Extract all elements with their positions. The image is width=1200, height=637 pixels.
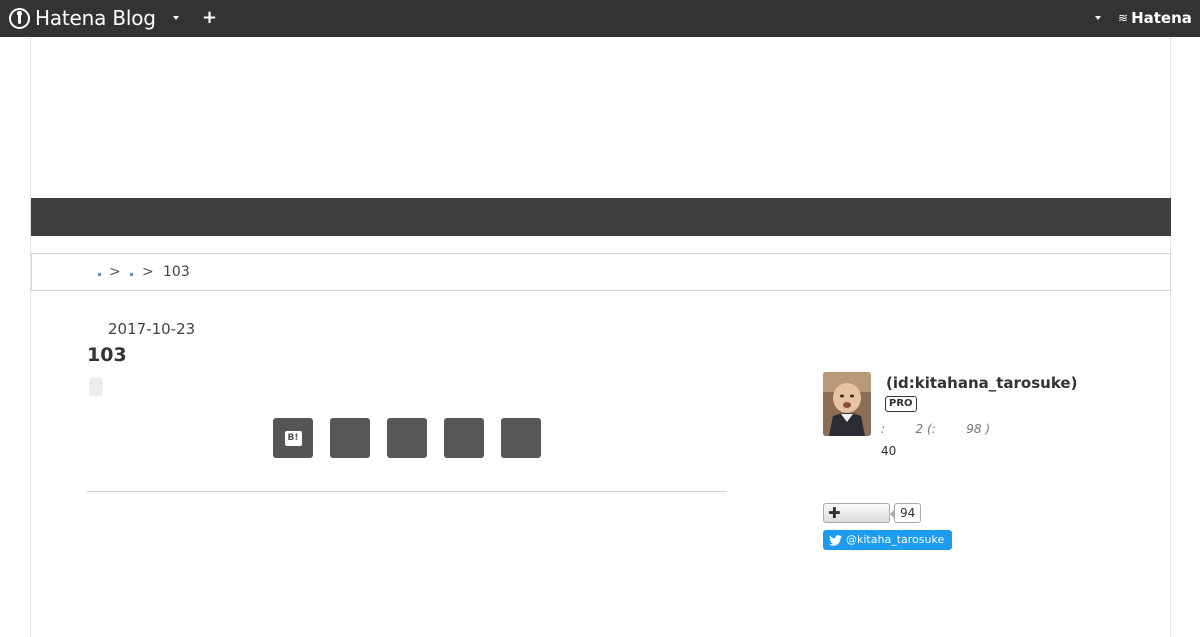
baby-photo-avatar-image bbox=[823, 372, 871, 436]
logo-text: Hatena Blog bbox=[35, 6, 156, 30]
share-buttons: B! bbox=[273, 418, 558, 458]
blog-navbar bbox=[31, 198, 1171, 236]
page-container: > > 103 bbox=[30, 37, 1171, 637]
twitter-handle: @kitaha_tarosuke bbox=[846, 533, 945, 546]
hatena-blog-logo[interactable]: Hatena Blog bbox=[9, 6, 156, 30]
hatena-wave-icon: ≋ bbox=[1118, 11, 1129, 25]
user-menu-caret-icon[interactable] bbox=[1092, 12, 1104, 24]
avatar[interactable] bbox=[823, 372, 871, 436]
entry-divider bbox=[87, 491, 727, 492]
breadcrumb-current: 103 bbox=[163, 264, 190, 280]
follow-button[interactable]: ✚ bbox=[823, 503, 890, 523]
profile-count: 40 bbox=[881, 444, 897, 458]
blog-title-area bbox=[31, 37, 1170, 198]
breadcrumb: > > 103 bbox=[31, 253, 1171, 291]
follower-count: 94 bbox=[889, 503, 922, 523]
global-header: Hatena Blog + ≋ Hatena bbox=[0, 0, 1200, 37]
breadcrumb-separator: > bbox=[142, 264, 154, 280]
twitter-bird-icon bbox=[829, 534, 842, 546]
share-pocket-button[interactable] bbox=[501, 418, 541, 458]
share-line-button[interactable] bbox=[444, 418, 484, 458]
hatena-blog-logo-icon bbox=[9, 7, 30, 29]
plus-icon: ✚ bbox=[828, 504, 841, 522]
twitter-follow-button[interactable]: @kitaha_tarosuke bbox=[823, 530, 953, 550]
share-twitter-button[interactable] bbox=[387, 418, 427, 458]
hatena-bookmark-icon: B! bbox=[284, 430, 302, 446]
breadcrumb-link-home[interactable] bbox=[97, 266, 103, 276]
new-post-plus-icon[interactable]: + bbox=[202, 9, 217, 27]
hatena-brand-link[interactable]: ≋ Hatena bbox=[1118, 9, 1192, 27]
breadcrumb-separator: > bbox=[109, 264, 121, 280]
entry-title[interactable]: 103 bbox=[87, 344, 127, 366]
pro-badge[interactable]: PRO bbox=[885, 396, 917, 412]
profile-id[interactable]: (id:kitahana_tarosuke) bbox=[886, 374, 1077, 392]
breadcrumb-link-archive[interactable] bbox=[129, 266, 135, 276]
brand-text: Hatena bbox=[1131, 9, 1192, 27]
share-facebook-button[interactable] bbox=[330, 418, 370, 458]
share-hatena-bookmark-button[interactable]: B! bbox=[273, 418, 313, 458]
entry-date[interactable]: 2017-10-23 bbox=[108, 320, 195, 338]
blog-menu-caret-icon[interactable] bbox=[170, 12, 182, 24]
profile-stats: : 2 (: 98 ) bbox=[881, 422, 991, 436]
entry-category-tag[interactable] bbox=[89, 378, 103, 396]
